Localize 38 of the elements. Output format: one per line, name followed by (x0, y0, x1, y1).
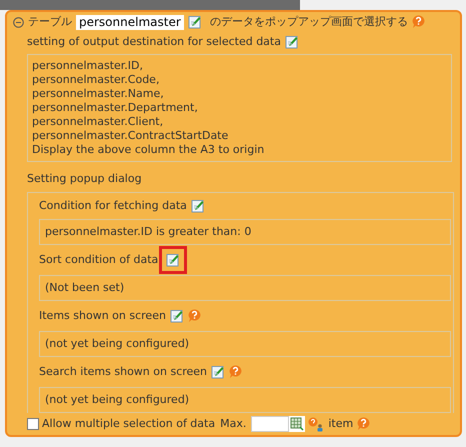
edit-icon[interactable] (211, 365, 226, 379)
unit-label: item (328, 416, 354, 432)
checkbox-label: Allow multiple selection of data (42, 416, 216, 432)
setting-label: Condition for fetching data (39, 198, 187, 214)
help-icon[interactable] (357, 417, 370, 431)
max-label: Max. (220, 416, 246, 432)
max-input-field[interactable] (251, 416, 290, 432)
setting-label: Search items shown on screen (39, 364, 208, 380)
description-text: のデータをポップアップ画面で選択する (210, 14, 408, 30)
help-icon[interactable] (412, 15, 425, 29)
grid-icon[interactable] (289, 416, 306, 432)
collapse-icon[interactable] (13, 16, 24, 28)
section-title: setting of output destination for selected data (27, 34, 281, 50)
help-icon[interactable] (229, 365, 242, 379)
edit-icon[interactable] (166, 253, 180, 267)
setting-value: (Not been set) (45, 280, 124, 296)
edit-icon[interactable] (190, 199, 205, 213)
setting-value: (not yet being configured) (45, 336, 190, 352)
table-label: テーブル (28, 14, 72, 30)
setting-label: Items shown on screen (39, 308, 166, 324)
edit-icon[interactable] (188, 15, 202, 29)
help-person-icon[interactable] (308, 416, 324, 432)
checkbox[interactable] (27, 418, 39, 430)
setting-label: Sort condition of data (39, 252, 158, 268)
output-column-text: Display the above column the A3 to origin (32, 143, 266, 157)
section-title: Setting popup dialog (27, 170, 142, 187)
edit-icon[interactable] (170, 309, 184, 323)
table-name-field[interactable]: personnelmaster (76, 14, 184, 30)
output-column-text: personnelmaster.Code, (32, 73, 160, 87)
output-column-text: personnelmaster.Department, (32, 101, 199, 115)
edit-icon[interactable] (284, 35, 299, 49)
output-column-text: personnelmaster.ID, (32, 59, 144, 73)
output-column-text: personnelmaster.Client, (32, 115, 164, 129)
help-icon[interactable] (188, 309, 201, 323)
setting-value: personnelmaster.ID is greater than: 0 (45, 224, 252, 240)
setting-value: (not yet being configured) (45, 392, 190, 408)
output-column-text: personnelmaster.ContractStartDate (32, 129, 230, 143)
output-column-text: personnelmaster.Name, (32, 87, 165, 101)
